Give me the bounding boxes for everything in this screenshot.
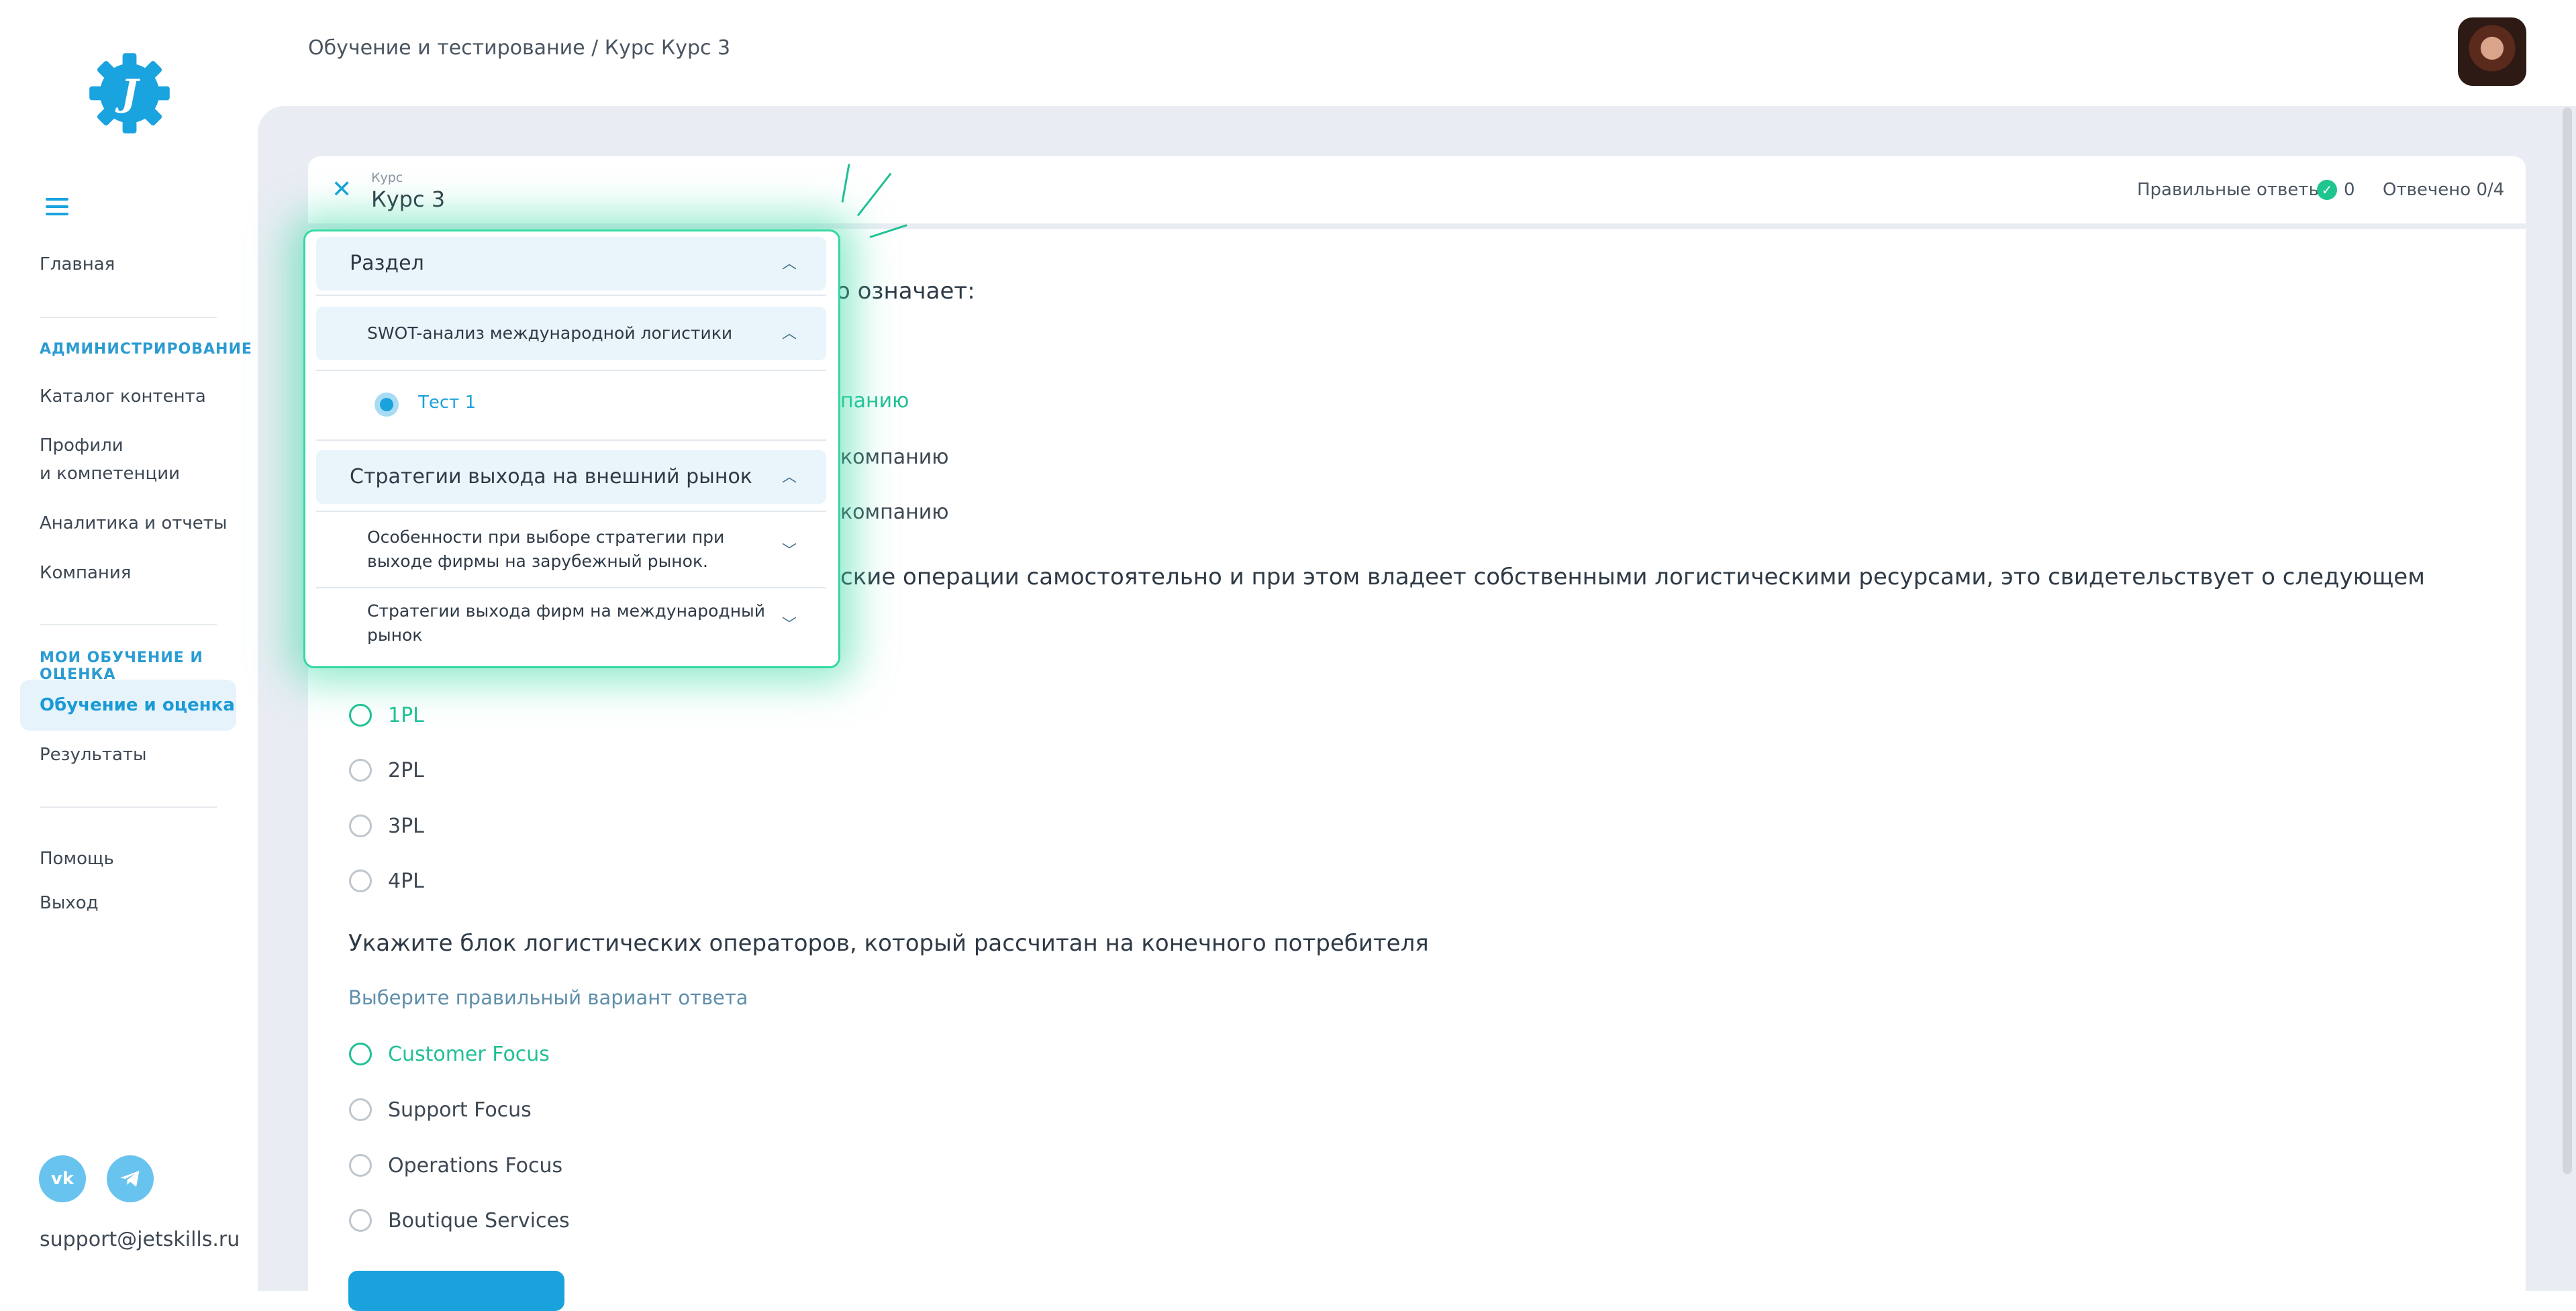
- chevron-up-icon: ︿: [782, 469, 797, 486]
- jetskills-logo[interactable]: J: [86, 50, 173, 137]
- radio-icon: [349, 759, 372, 782]
- test-1-link[interactable]: Тест 1: [418, 392, 476, 413]
- subsection-exit-strategies-line2: рынок: [367, 625, 423, 645]
- answered-count: Отвечено 0/4: [2383, 180, 2505, 200]
- correct-answers-label: Правильные ответы: [2137, 180, 2322, 200]
- radio-icon: [349, 1043, 372, 1065]
- q3-option-boutique-services[interactable]: Boutique Services: [349, 1207, 570, 1234]
- radio-icon: [349, 1098, 372, 1121]
- q1-option-2[interactable]: компанию: [840, 445, 948, 469]
- section-strategies-title: Стратегии выхода на внешний рынок: [350, 465, 752, 488]
- q1-option-1[interactable]: панию: [840, 389, 909, 413]
- check-icon: ✓: [2317, 180, 2337, 200]
- nav-help[interactable]: Помощь: [40, 845, 114, 872]
- nav-section-learning: МОИ ОБУЧЕНИЕ И ОЦЕНКА: [40, 649, 203, 683]
- divider: [316, 587, 826, 588]
- telegram-icon[interactable]: [107, 1155, 154, 1202]
- q3-option-support-focus[interactable]: Support Focus: [349, 1096, 532, 1123]
- course-title: Курс 3: [371, 187, 446, 212]
- q1-option-3[interactable]: компанию: [840, 501, 948, 524]
- nav-divider: [40, 624, 217, 625]
- course-structure-panel: Раздел ︿ SWOT-анализ международной логис…: [303, 229, 840, 668]
- radio-icon: [349, 704, 372, 727]
- section-header[interactable]: Раздел ︿: [316, 237, 826, 291]
- nav-competencies[interactable]: и компетенции: [40, 460, 180, 487]
- breadcrumb[interactable]: Обучение и тестирование / Курс Курс 3: [308, 36, 730, 60]
- nav-results[interactable]: Результаты: [40, 741, 147, 768]
- sidebar: J Главная АДМИНИСТРИРОВАНИЕ Каталог конт…: [0, 0, 258, 1291]
- menu-icon[interactable]: [46, 198, 68, 218]
- play-icon[interactable]: [375, 392, 399, 417]
- radio-icon: [349, 870, 372, 892]
- subsection-swot[interactable]: SWOT-анализ международной логистики ︿: [316, 307, 826, 360]
- nav-logout[interactable]: Выход: [40, 890, 99, 916]
- radio-icon: [349, 815, 372, 837]
- submit-button[interactable]: [348, 1271, 564, 1311]
- nav-divider: [40, 806, 217, 808]
- q2-option-3pl[interactable]: 3PL: [349, 812, 424, 839]
- nav-content-catalog[interactable]: Каталог контента: [40, 383, 206, 410]
- avatar[interactable]: [2458, 17, 2526, 86]
- radio-icon: [349, 1209, 372, 1232]
- correct-answers-count: 0: [2344, 180, 2355, 200]
- divider: [316, 511, 826, 512]
- q2-option-4pl[interactable]: 4PL: [349, 868, 424, 894]
- section-title: Раздел: [350, 252, 424, 275]
- nav-divider: [40, 317, 217, 318]
- scrollbar[interactable]: [2563, 107, 2572, 1174]
- close-icon[interactable]: ✕: [332, 178, 352, 202]
- q3-option-operations-focus[interactable]: Operations Focus: [349, 1152, 562, 1179]
- support-email-link[interactable]: support@jetskills.ru: [40, 1228, 240, 1251]
- radio-icon: [349, 1154, 372, 1177]
- subsection-strategy-choice-line1: Особенности при выборе стратегии при: [367, 527, 725, 547]
- divider: [316, 370, 826, 371]
- subsection-swot-label: SWOT-анализ международной логистики: [367, 323, 733, 343]
- question-3-hint: Выберите правильный вариант ответа: [348, 986, 748, 1009]
- section-strategies-header[interactable]: Стратегии выхода на внешний рынок ︿: [316, 450, 826, 504]
- subsection-strategy-choice-line2: выходе фирмы на зарубежный рынок.: [367, 552, 708, 571]
- course-label: Курс: [371, 170, 403, 185]
- nav-home[interactable]: Главная: [40, 251, 115, 278]
- nav-profiles[interactable]: Профили: [40, 432, 123, 459]
- nav-section-admin: АДМИНИСТРИРОВАНИЕ: [40, 341, 252, 358]
- divider: [316, 295, 826, 296]
- q2-option-1pl[interactable]: 1PL: [349, 702, 424, 729]
- subsection-exit-strategies-line1: Стратегии выхода фирм на международный: [367, 601, 766, 621]
- q3-option-customer-focus[interactable]: Customer Focus: [349, 1041, 550, 1067]
- chevron-down-icon: ﹀: [782, 617, 797, 633]
- divider: [316, 439, 826, 441]
- question-3-text: Укажите блок логистических операторов, к…: [348, 930, 1429, 957]
- chevron-down-icon: ﹀: [782, 543, 797, 560]
- subsection-strategy-choice[interactable]: Особенности при выборе стратегии при вых…: [316, 519, 826, 586]
- nav-learning[interactable]: Обучение и оценка: [40, 692, 235, 719]
- vk-icon[interactable]: vk: [39, 1155, 86, 1202]
- nav-company[interactable]: Компания: [40, 560, 131, 586]
- question-2-text: ские операции самостоятельно и при этом …: [840, 564, 2425, 590]
- nav-analytics[interactable]: Аналитика и отчеты: [40, 510, 227, 537]
- subsection-exit-strategies[interactable]: Стратегии выхода фирм на международный р…: [316, 595, 826, 662]
- q2-option-2pl[interactable]: 2PL: [349, 757, 424, 784]
- chevron-up-icon: ︿: [782, 256, 797, 272]
- question-1-text: о означает:: [836, 278, 975, 305]
- chevron-up-icon: ︿: [782, 325, 797, 342]
